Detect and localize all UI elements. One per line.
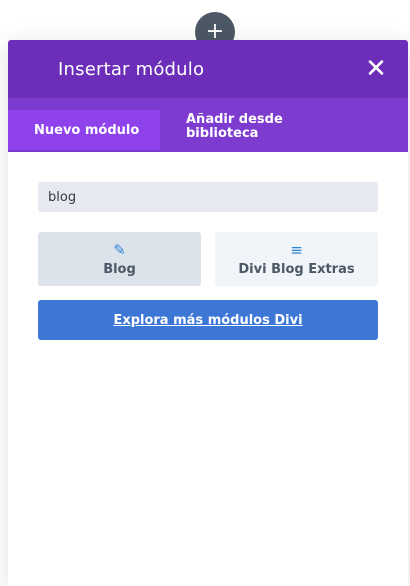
explore-more-modules-button[interactable]: Explora más módulos Divi bbox=[38, 300, 378, 340]
module-results: ✎ Blog ≡ Divi Blog Extras bbox=[38, 232, 378, 286]
tab-add-from-library[interactable]: Añadir desde biblioteca bbox=[160, 98, 310, 152]
module-label: Blog bbox=[103, 261, 136, 277]
edit-icon: ✎ bbox=[113, 240, 126, 259]
module-blog[interactable]: ✎ Blog bbox=[38, 232, 201, 286]
modal-content: ✎ Blog ≡ Divi Blog Extras Explora más mó… bbox=[8, 152, 408, 340]
modal-header: Insertar módulo ✕ bbox=[8, 40, 408, 98]
modal-title: Insertar módulo bbox=[58, 58, 205, 80]
module-divi-blog-extras[interactable]: ≡ Divi Blog Extras bbox=[215, 232, 378, 286]
close-icon[interactable]: ✕ bbox=[362, 55, 390, 83]
modal-tabs: Nuevo módulo Añadir desde biblioteca bbox=[8, 98, 408, 152]
module-label: Divi Blog Extras bbox=[238, 261, 355, 277]
module-search-input[interactable] bbox=[38, 182, 378, 212]
tab-new-module[interactable]: Nuevo módulo bbox=[8, 110, 160, 150]
list-icon: ≡ bbox=[290, 240, 303, 259]
insert-module-modal: Insertar módulo ✕ Nuevo módulo Añadir de… bbox=[8, 40, 408, 586]
